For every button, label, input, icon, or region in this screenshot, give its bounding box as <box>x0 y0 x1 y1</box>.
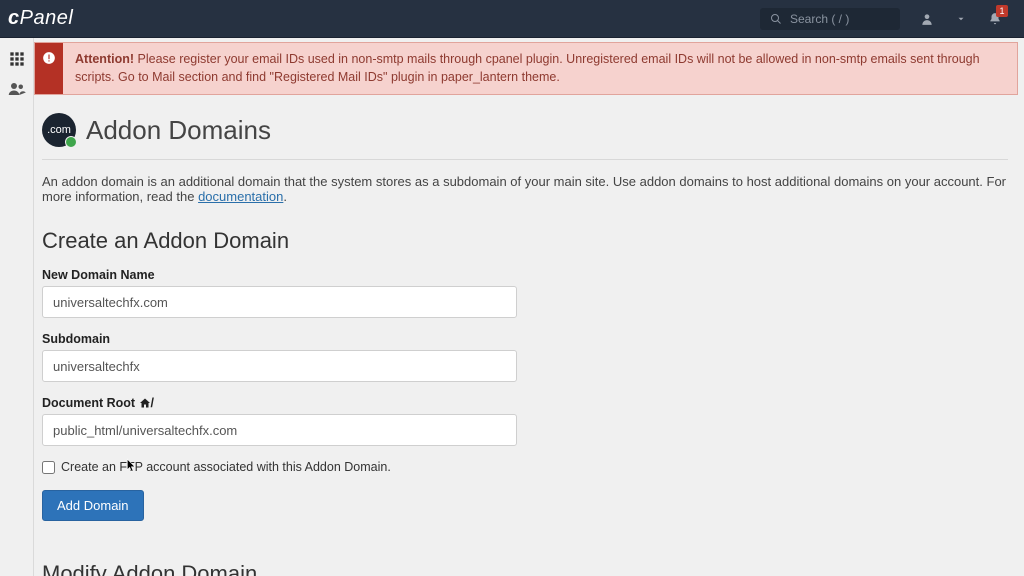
global-search-placeholder: Search ( / ) <box>790 12 849 26</box>
alert-body: Please register your email IDs used in n… <box>75 52 980 84</box>
intro-text: An addon domain is an additional domain … <box>42 174 1008 204</box>
modify-heading: Modify Addon Domain <box>42 561 1008 576</box>
alert-icon <box>42 51 56 65</box>
sidebar-apps[interactable] <box>0 44 34 74</box>
account-dropdown[interactable] <box>944 0 978 38</box>
new-domain-label: New Domain Name <box>42 268 1008 282</box>
home-icon <box>139 397 151 409</box>
logo: cPanel <box>8 7 73 30</box>
alert-icon-cell <box>35 43 63 94</box>
user-icon <box>920 12 934 26</box>
user-menu[interactable] <box>910 0 944 38</box>
page-header: .com Addon Domains <box>42 105 1008 160</box>
chevron-down-icon <box>956 14 966 24</box>
ftp-checkbox-row: Create an FTP account associated with th… <box>42 460 1008 474</box>
page-icon-text: .com <box>47 124 71 136</box>
logo-text: Panel <box>20 7 74 30</box>
ftp-checkbox-label: Create an FTP account associated with th… <box>61 460 391 474</box>
docroot-label: Document Root / <box>42 396 1008 410</box>
grid-icon <box>9 51 25 67</box>
intro-suffix: . <box>283 189 287 204</box>
alert-text: Attention! Please register your email ID… <box>63 43 1017 94</box>
subdomain-label: Subdomain <box>42 332 1008 346</box>
add-domain-button[interactable]: Add Domain <box>42 490 144 521</box>
alert-strong: Attention! <box>75 52 134 66</box>
notification-badge: 1 <box>996 5 1008 17</box>
intro-prefix: An addon domain is an additional domain … <box>42 174 1006 204</box>
page-title: Addon Domains <box>86 115 271 146</box>
attention-alert: Attention! Please register your email ID… <box>34 42 1018 95</box>
search-icon <box>770 13 782 25</box>
subdomain-input[interactable] <box>42 350 517 382</box>
users-icon <box>8 80 26 98</box>
create-heading: Create an Addon Domain <box>42 228 1008 254</box>
new-domain-input[interactable] <box>42 286 517 318</box>
documentation-link[interactable]: documentation <box>198 189 283 204</box>
left-sidebar <box>0 38 34 576</box>
sidebar-users[interactable] <box>0 74 34 104</box>
page-icon: .com <box>42 113 76 147</box>
docroot-input[interactable] <box>42 414 517 446</box>
global-search[interactable]: Search ( / ) <box>760 8 900 30</box>
ftp-checkbox[interactable] <box>42 461 55 474</box>
top-navbar: cPanel Search ( / ) 1 <box>0 0 1024 38</box>
notifications[interactable]: 1 <box>978 0 1012 38</box>
